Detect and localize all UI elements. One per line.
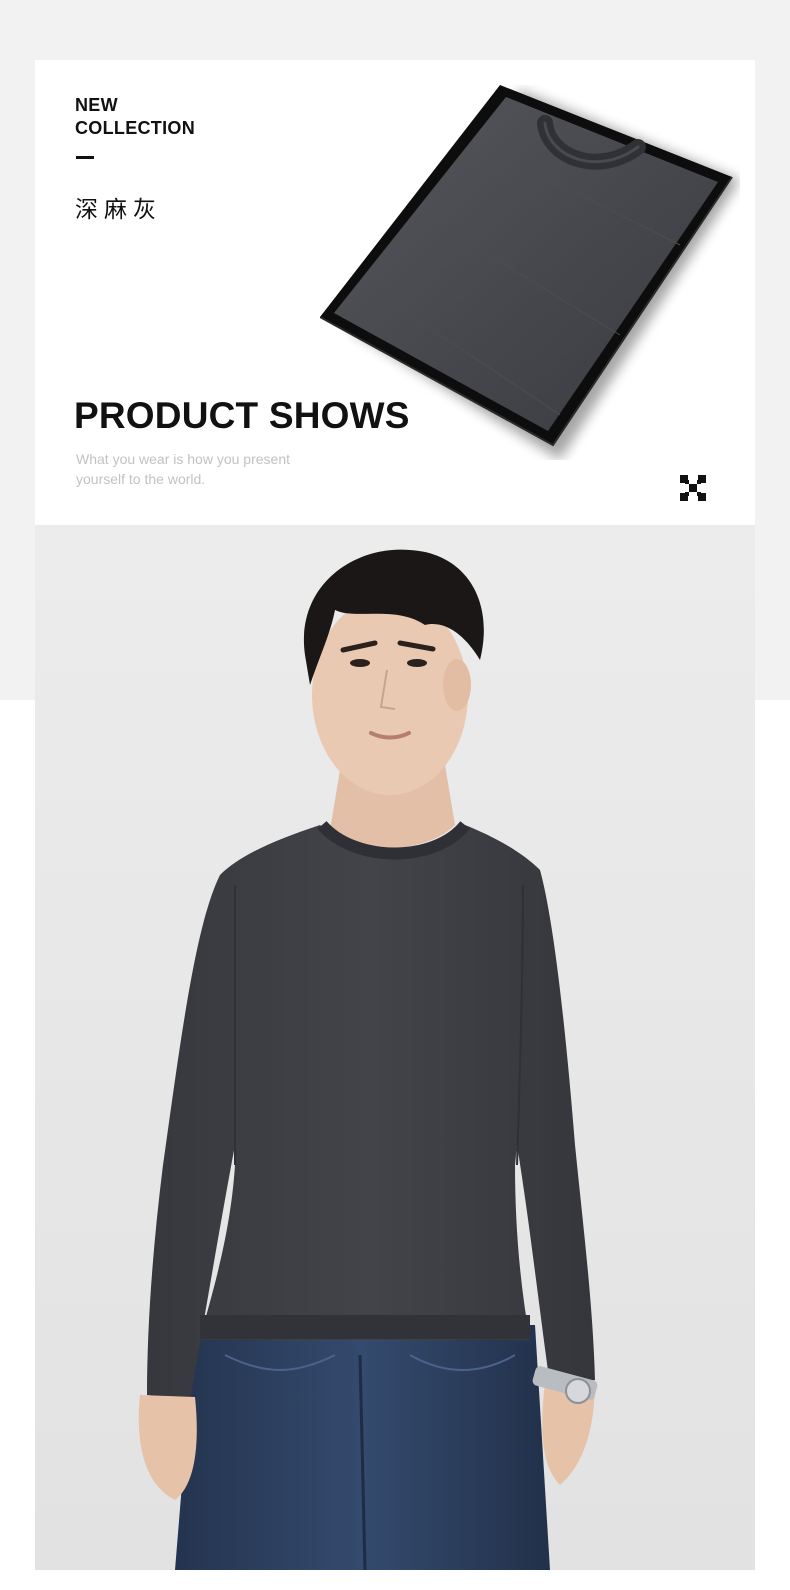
model-illustration — [35, 525, 755, 1570]
new-collection-line-2: COLLECTION — [75, 118, 195, 138]
headline: PRODUCT SHOWS — [74, 395, 410, 436]
checker-logo-icon — [680, 475, 706, 501]
model-photo — [35, 525, 755, 1570]
color-name: 深麻灰 — [75, 197, 162, 223]
divider-dash — [76, 156, 94, 159]
new-collection-line-1: NEW — [75, 95, 118, 115]
tagline: What you wear is how you present yoursel… — [76, 449, 376, 489]
tagline-line-1: What you wear is how you present — [76, 451, 290, 467]
new-collection-label: NEW COLLECTION — [75, 94, 195, 140]
tagline-line-2: yourself to the world. — [76, 471, 206, 487]
header-card: NEW COLLECTION 深麻灰 PRODUCT SHOWS What yo… — [35, 60, 755, 530]
